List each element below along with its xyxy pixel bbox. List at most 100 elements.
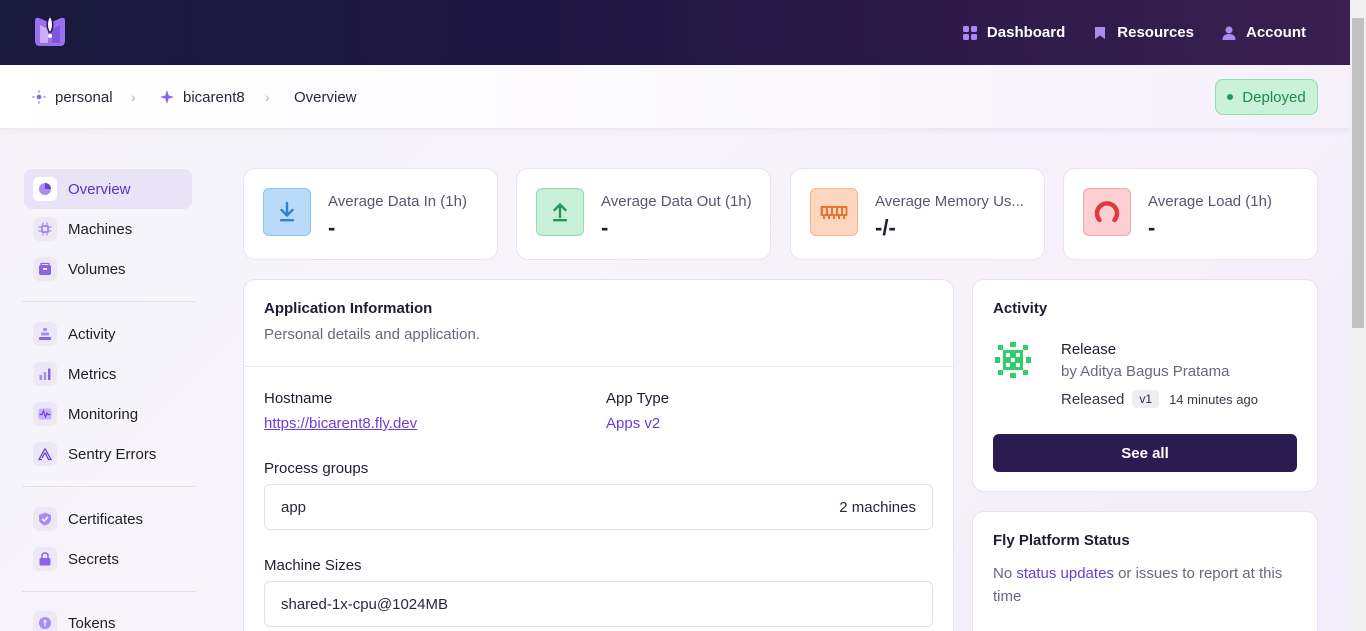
sidebar-item-monitoring[interactable]: Monitoring xyxy=(24,394,192,434)
download-icon xyxy=(263,188,311,236)
sentry-icon xyxy=(33,442,57,466)
stat-value: - xyxy=(601,215,609,240)
volume-icon xyxy=(33,257,57,281)
stack-icon xyxy=(33,322,57,346)
stat-label: Average Data In (1h) xyxy=(328,193,467,210)
sparkle-icon xyxy=(160,90,174,104)
stat-value: - xyxy=(1148,215,1156,240)
sidebar-item-activity[interactable]: Activity xyxy=(24,314,192,354)
sidebar-item-label: Overview xyxy=(68,180,131,198)
sidebar-item-sentry[interactable]: Sentry Errors xyxy=(24,434,192,474)
card-title: Fly Platform Status xyxy=(993,532,1130,549)
event-time: 14 minutes ago xyxy=(1169,391,1258,407)
sidebar-item-label: Secrets xyxy=(68,550,119,568)
process-groups-label: Process groups xyxy=(264,460,369,477)
apptype-value[interactable]: Apps v2 xyxy=(606,415,660,432)
process-group-row: app 2 machines xyxy=(264,484,933,530)
top-navbar: Dashboard Resources Account xyxy=(0,0,1350,65)
sidebar-item-label: Monitoring xyxy=(68,405,139,423)
apptype-label: App Type xyxy=(606,390,670,407)
sidebar-item-label: Machines xyxy=(68,220,133,238)
event-title: Release xyxy=(1061,341,1117,358)
sidebar-item-label: Certificates xyxy=(68,510,144,528)
sidebar-divider xyxy=(22,591,196,592)
bookmark-icon xyxy=(1093,26,1107,40)
stat-card-data-out: Average Data Out (1h) - xyxy=(516,168,771,260)
version-badge: v1 xyxy=(1132,390,1160,408)
nav-dashboard-label: Dashboard xyxy=(986,24,1066,41)
breadcrumb-current-label: Overview xyxy=(294,88,357,106)
breadcrumb-current: Overview xyxy=(294,65,357,129)
platform-status-card: Fly Platform Status No status updates or… xyxy=(972,511,1318,631)
lock-icon xyxy=(33,547,57,571)
status-badge-label: Deployed xyxy=(1242,88,1306,106)
card-title: Application Information xyxy=(264,300,433,317)
status-dot-icon xyxy=(1227,94,1234,100)
memory-icon xyxy=(810,188,858,236)
stat-card-load: Average Load (1h) - xyxy=(1063,168,1318,260)
user-icon xyxy=(1222,26,1236,40)
stat-card-memory: Average Memory Us... -/- xyxy=(790,168,1045,260)
stat-label: Average Memory Us... xyxy=(875,193,1024,210)
bar-chart-icon xyxy=(33,362,57,386)
sidebar-item-machines[interactable]: Machines xyxy=(24,209,192,249)
sidebar-item-tokens[interactable]: Tokens xyxy=(24,603,192,631)
hostname-link[interactable]: https://bicarent8.fly.dev xyxy=(264,415,417,432)
nav-account[interactable]: Account xyxy=(1222,24,1306,41)
stat-label: Average Data Out (1h) xyxy=(601,193,752,210)
breadcrumb-app-label: bicarent8 xyxy=(183,88,245,106)
see-all-button[interactable]: See all xyxy=(993,434,1297,472)
status-badge: Deployed xyxy=(1215,79,1318,115)
process-group-name: app xyxy=(281,498,307,516)
stat-label: Average Load (1h) xyxy=(1148,193,1272,210)
sidebar-item-label: Activity xyxy=(68,325,116,343)
event-author: by Aditya Bagus Pratama xyxy=(1061,363,1230,380)
sidebar-divider xyxy=(22,486,196,487)
org-icon xyxy=(32,90,46,104)
token-icon xyxy=(33,611,57,631)
event-status-line: Released v1 14 minutes ago xyxy=(1061,390,1258,408)
app-info-card: Application Information Personal details… xyxy=(243,279,954,631)
sidebar-item-label: Sentry Errors xyxy=(68,445,157,463)
gauge-icon xyxy=(1083,188,1131,236)
sidebar-item-label: Metrics xyxy=(68,365,117,383)
sidebar-item-label: Volumes xyxy=(68,260,126,278)
hostname-label: Hostname xyxy=(264,390,333,407)
breadcrumb-separator: › xyxy=(131,89,136,105)
stat-card-data-in: Average Data In (1h) - xyxy=(243,168,498,260)
sidebar-item-label: Tokens xyxy=(68,614,116,631)
scrollbar-thumb[interactable] xyxy=(1352,18,1364,328)
card-title: Activity xyxy=(993,300,1048,317)
event-status: Released xyxy=(1061,390,1125,408)
shield-check-icon xyxy=(33,507,57,531)
chart-pie-icon xyxy=(33,177,57,201)
sidebar-item-secrets[interactable]: Secrets xyxy=(24,539,192,579)
nav-resources[interactable]: Resources xyxy=(1093,24,1194,41)
nav-resources-label: Resources xyxy=(1117,24,1194,41)
status-text-before: No xyxy=(993,565,1017,582)
sidebar-item-metrics[interactable]: Metrics xyxy=(24,354,192,394)
sidebar-item-certificates[interactable]: Certificates xyxy=(24,499,192,539)
status-updates-link[interactable]: status updates xyxy=(1016,565,1114,582)
breadcrumb-app[interactable]: bicarent8 xyxy=(160,65,245,129)
sidebar-divider xyxy=(22,301,196,302)
breadcrumb-personal[interactable]: personal xyxy=(32,65,113,129)
breadcrumb-separator: › xyxy=(265,89,270,105)
pulse-icon xyxy=(33,402,57,426)
machine-size-value: shared-1x-cpu@1024MB xyxy=(281,595,448,613)
release-avatar-icon xyxy=(993,340,1033,380)
logo[interactable] xyxy=(32,14,68,48)
platform-status-text: No status updates or issues to report at… xyxy=(993,562,1293,608)
sidebar-item-volumes[interactable]: Volumes xyxy=(24,249,192,289)
breadcrumb-personal-label: personal xyxy=(55,88,113,106)
grid-icon xyxy=(962,25,977,40)
sidebar-item-overview[interactable]: Overview xyxy=(24,169,192,209)
stat-value: -/- xyxy=(875,215,896,240)
nav-dashboard[interactable]: Dashboard xyxy=(962,24,1066,41)
card-divider xyxy=(244,366,953,367)
machine-size-row: shared-1x-cpu@1024MB xyxy=(264,581,933,627)
card-subtitle: Personal details and application. xyxy=(264,326,480,343)
process-group-count: 2 machines xyxy=(839,498,916,516)
upload-icon xyxy=(536,188,584,236)
machine-sizes-label: Machine Sizes xyxy=(264,557,362,574)
